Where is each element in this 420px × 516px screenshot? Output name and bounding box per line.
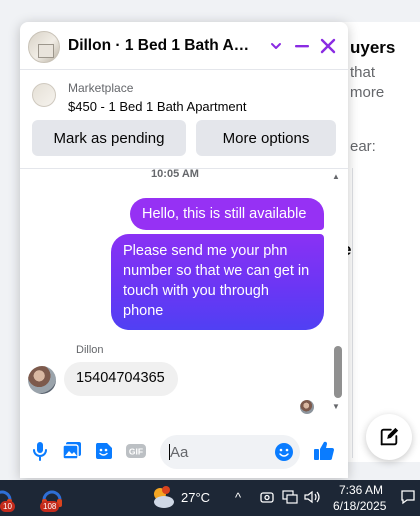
weather-temperature[interactable]: 27°C <box>181 490 210 505</box>
notification-badge: 108 <box>40 501 60 512</box>
scrollbar-thumb[interactable] <box>334 346 342 398</box>
taskbar-clock[interactable]: 7:36 AM 6/18/2025 <box>333 482 387 514</box>
taskbar: 10 108 27°C ^ 7:36 AM 6/18/2025 <box>0 480 420 516</box>
outgoing-message[interactable]: Hello, this is still available <box>130 198 324 230</box>
sticker-icon <box>95 443 112 459</box>
notifications-icon <box>401 490 415 505</box>
listing-label: Marketplace <box>68 81 134 95</box>
background-panel-line: ear: <box>350 138 376 155</box>
chat-window: Dillon · 1 Bed 1 Bath Apart... Marketpla… <box>20 22 348 478</box>
microphone-icon <box>33 442 47 461</box>
scroll-up-arrow[interactable]: ▲ <box>332 172 340 181</box>
network-icon[interactable] <box>282 490 298 507</box>
text-cursor <box>169 444 170 460</box>
compose-icon <box>380 427 399 446</box>
notification-badge: 10 <box>0 501 15 512</box>
image-icon <box>62 442 81 460</box>
background-panel-line: more <box>350 84 385 101</box>
sender-name: Dillon <box>76 344 104 356</box>
emoji-button[interactable] <box>274 442 294 462</box>
scroll-down-arrow[interactable]: ▼ <box>332 402 340 411</box>
conversation-avatar[interactable] <box>28 31 60 63</box>
close-button[interactable] <box>316 34 340 58</box>
notifications-icon[interactable] <box>400 489 416 508</box>
read-receipt-avatar <box>300 400 314 414</box>
mark-as-pending-button[interactable]: Mark as pending <box>32 120 186 156</box>
listing-card[interactable]: Marketplace $450 - 1 Bed 1 Bath Apartmen… <box>20 71 348 119</box>
outgoing-message[interactable]: Please send me your phn number so that w… <box>111 234 324 330</box>
emoji-icon <box>275 443 293 461</box>
background-divider <box>352 168 353 458</box>
sender-avatar[interactable] <box>28 366 56 394</box>
message-composer: GIF <box>20 426 348 478</box>
gif-icon: GIF <box>126 444 146 458</box>
new-message-button[interactable] <box>366 414 412 460</box>
listing-thumbnail <box>32 83 56 107</box>
gif-button[interactable]: GIF <box>124 439 148 463</box>
voice-clip-button[interactable] <box>28 439 52 463</box>
volume-icon <box>304 490 320 504</box>
network-icon <box>282 490 298 504</box>
weather-sun-cloud-icon <box>154 486 174 508</box>
camera-icon <box>260 492 274 503</box>
more-options-button[interactable]: More options <box>196 120 336 156</box>
clock-date: 6/18/2025 <box>333 499 387 513</box>
send-like-button[interactable] <box>312 439 336 463</box>
chat-header: Dillon · 1 Bed 1 Bath Apart... <box>20 22 348 70</box>
camera-icon[interactable] <box>260 490 274 507</box>
close-icon <box>320 38 336 54</box>
chevron-up-icon[interactable]: ^ <box>235 490 241 505</box>
conversation-options-button[interactable] <box>264 34 288 58</box>
chevron-down-icon <box>271 43 281 49</box>
background-panel-line: that <box>350 64 376 81</box>
listing-title: $450 - 1 Bed 1 Bath Apartment <box>68 99 247 114</box>
attach-photo-button[interactable] <box>60 439 84 463</box>
message-timestamp: 10:05 AM <box>151 168 199 180</box>
svg-text:GIF: GIF <box>129 447 143 457</box>
incoming-message[interactable]: 15404704365 <box>64 362 178 396</box>
conversation-title[interactable]: Dillon · 1 Bed 1 Bath Apart... <box>68 37 258 55</box>
thumbs-up-icon <box>314 441 334 460</box>
volume-icon[interactable] <box>304 490 322 507</box>
minimize-icon <box>295 45 309 48</box>
clock-time: 7:36 AM <box>338 483 383 497</box>
background-panel-title: uyers <box>350 38 396 57</box>
weather-widget[interactable] <box>148 484 174 508</box>
sticker-button[interactable] <box>92 439 116 463</box>
minimize-button[interactable] <box>290 34 314 58</box>
